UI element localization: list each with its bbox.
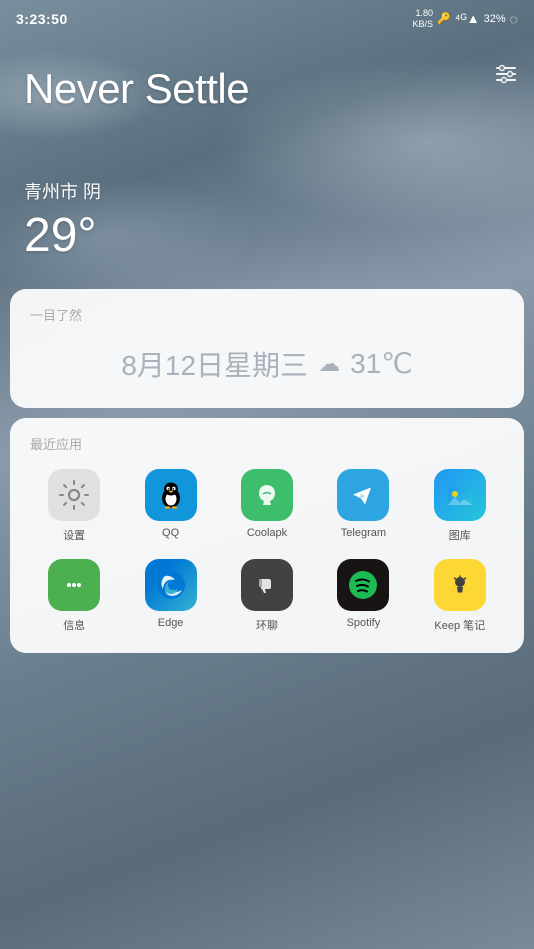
huanjie-app-icon[interactable] — [241, 559, 293, 611]
settings-app-label: 设置 — [63, 527, 85, 543]
app-item-huanjie[interactable]: 环聊 — [223, 559, 311, 633]
spotify-app-icon[interactable] — [337, 559, 389, 611]
settings-app-icon[interactable] — [48, 469, 100, 521]
edge-app-icon[interactable] — [145, 559, 197, 611]
signal-icon: ⁴ᴳ▲ — [455, 11, 480, 26]
coolapk-app-icon[interactable] — [241, 469, 293, 521]
weather-cloud-icon: ☁ — [318, 351, 340, 377]
qq-app-label: QQ — [162, 527, 179, 539]
status-right-icons: 1.80KB/S 🔑 ⁴ᴳ▲ 32% ◌ — [413, 8, 518, 30]
app-item-qq[interactable]: QQ — [126, 469, 214, 543]
edge-app-label: Edge — [158, 617, 184, 629]
calendar-card-title: 一目了然 — [30, 305, 504, 324]
slogan: Never Settle — [0, 64, 534, 114]
app-item-telegram[interactable]: Telegram — [319, 469, 407, 543]
apps-grid: 设置 — [30, 469, 504, 633]
calendar-card[interactable]: 一目了然 8月12日星期三 ☁ 31℃ — [10, 289, 524, 408]
gallery-app-label: 图库 — [449, 527, 471, 543]
weather-widget[interactable]: 青州市 阴 29° — [0, 154, 534, 279]
recent-apps-title: 最近应用 — [30, 434, 504, 453]
app-item-edge[interactable]: Edge — [126, 559, 214, 633]
coolapk-app-label: Coolapk — [247, 527, 287, 539]
app-item-coolapk[interactable]: Coolapk — [223, 469, 311, 543]
recent-apps-card: 最近应用 设置 — [10, 418, 524, 653]
weather-temperature: 29° — [24, 208, 510, 263]
cards-container: 一目了然 8月12日星期三 ☁ 31℃ 最近应用 设置 — [0, 289, 534, 653]
qq-app-icon[interactable] — [145, 469, 197, 521]
battery-text: 32% — [484, 13, 506, 25]
weather-location: 青州市 阴 — [24, 178, 510, 204]
app-item-messages[interactable]: 信息 — [30, 559, 118, 633]
telegram-app-label: Telegram — [341, 527, 386, 539]
calendar-date-text: 8月12日星期三 — [121, 344, 308, 384]
status-time: 3:23:50 — [16, 11, 68, 27]
spotify-app-label: Spotify — [347, 617, 381, 629]
calendar-temp: 31℃ — [350, 347, 413, 380]
telegram-app-icon[interactable] — [337, 469, 389, 521]
keep-app-icon[interactable] — [434, 559, 486, 611]
app-item-spotify[interactable]: Spotify — [319, 559, 407, 633]
keep-app-label: Keep 笔记 — [434, 617, 485, 633]
huanjie-app-label: 环聊 — [256, 617, 278, 633]
messages-app-icon[interactable] — [48, 559, 100, 611]
network-speed: 1.80KB/S — [413, 8, 434, 30]
app-item-settings[interactable]: 设置 — [30, 469, 118, 543]
key-icon: 🔑 — [437, 12, 451, 25]
battery-icon: ◌ — [510, 11, 518, 27]
app-item-keep[interactable]: Keep 笔记 — [416, 559, 504, 633]
calendar-date-display: 8月12日星期三 ☁ 31℃ — [30, 336, 504, 392]
status-bar: 3:23:50 1.80KB/S 🔑 ⁴ᴳ▲ 32% ◌ — [0, 0, 534, 34]
messages-app-label: 信息 — [63, 617, 85, 633]
gallery-app-icon[interactable] — [434, 469, 486, 521]
app-item-gallery[interactable]: 图库 — [416, 469, 504, 543]
